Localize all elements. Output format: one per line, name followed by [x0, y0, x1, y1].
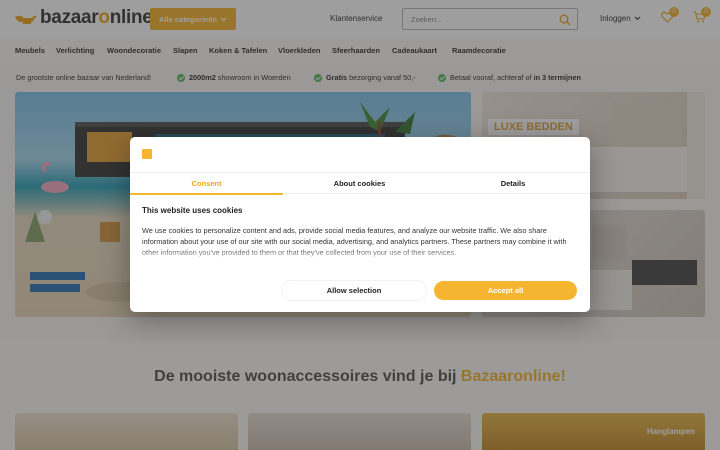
allow-selection-button[interactable]: Allow selection	[282, 281, 426, 300]
consent-tabs: Consent About cookies Details	[130, 172, 590, 195]
bazaar-logo-icon	[142, 149, 152, 159]
consent-fade	[130, 247, 590, 263]
consent-title: This website uses cookies	[142, 206, 243, 215]
cookie-consent-dialog: Consent About cookies Details This websi…	[130, 137, 590, 312]
tab-details[interactable]: Details	[436, 179, 590, 188]
tab-about-cookies[interactable]: About cookies	[283, 179, 436, 188]
tab-consent[interactable]: Consent	[130, 179, 283, 188]
active-tab-indicator	[130, 193, 283, 195]
accept-all-button[interactable]: Accept all	[434, 281, 577, 300]
